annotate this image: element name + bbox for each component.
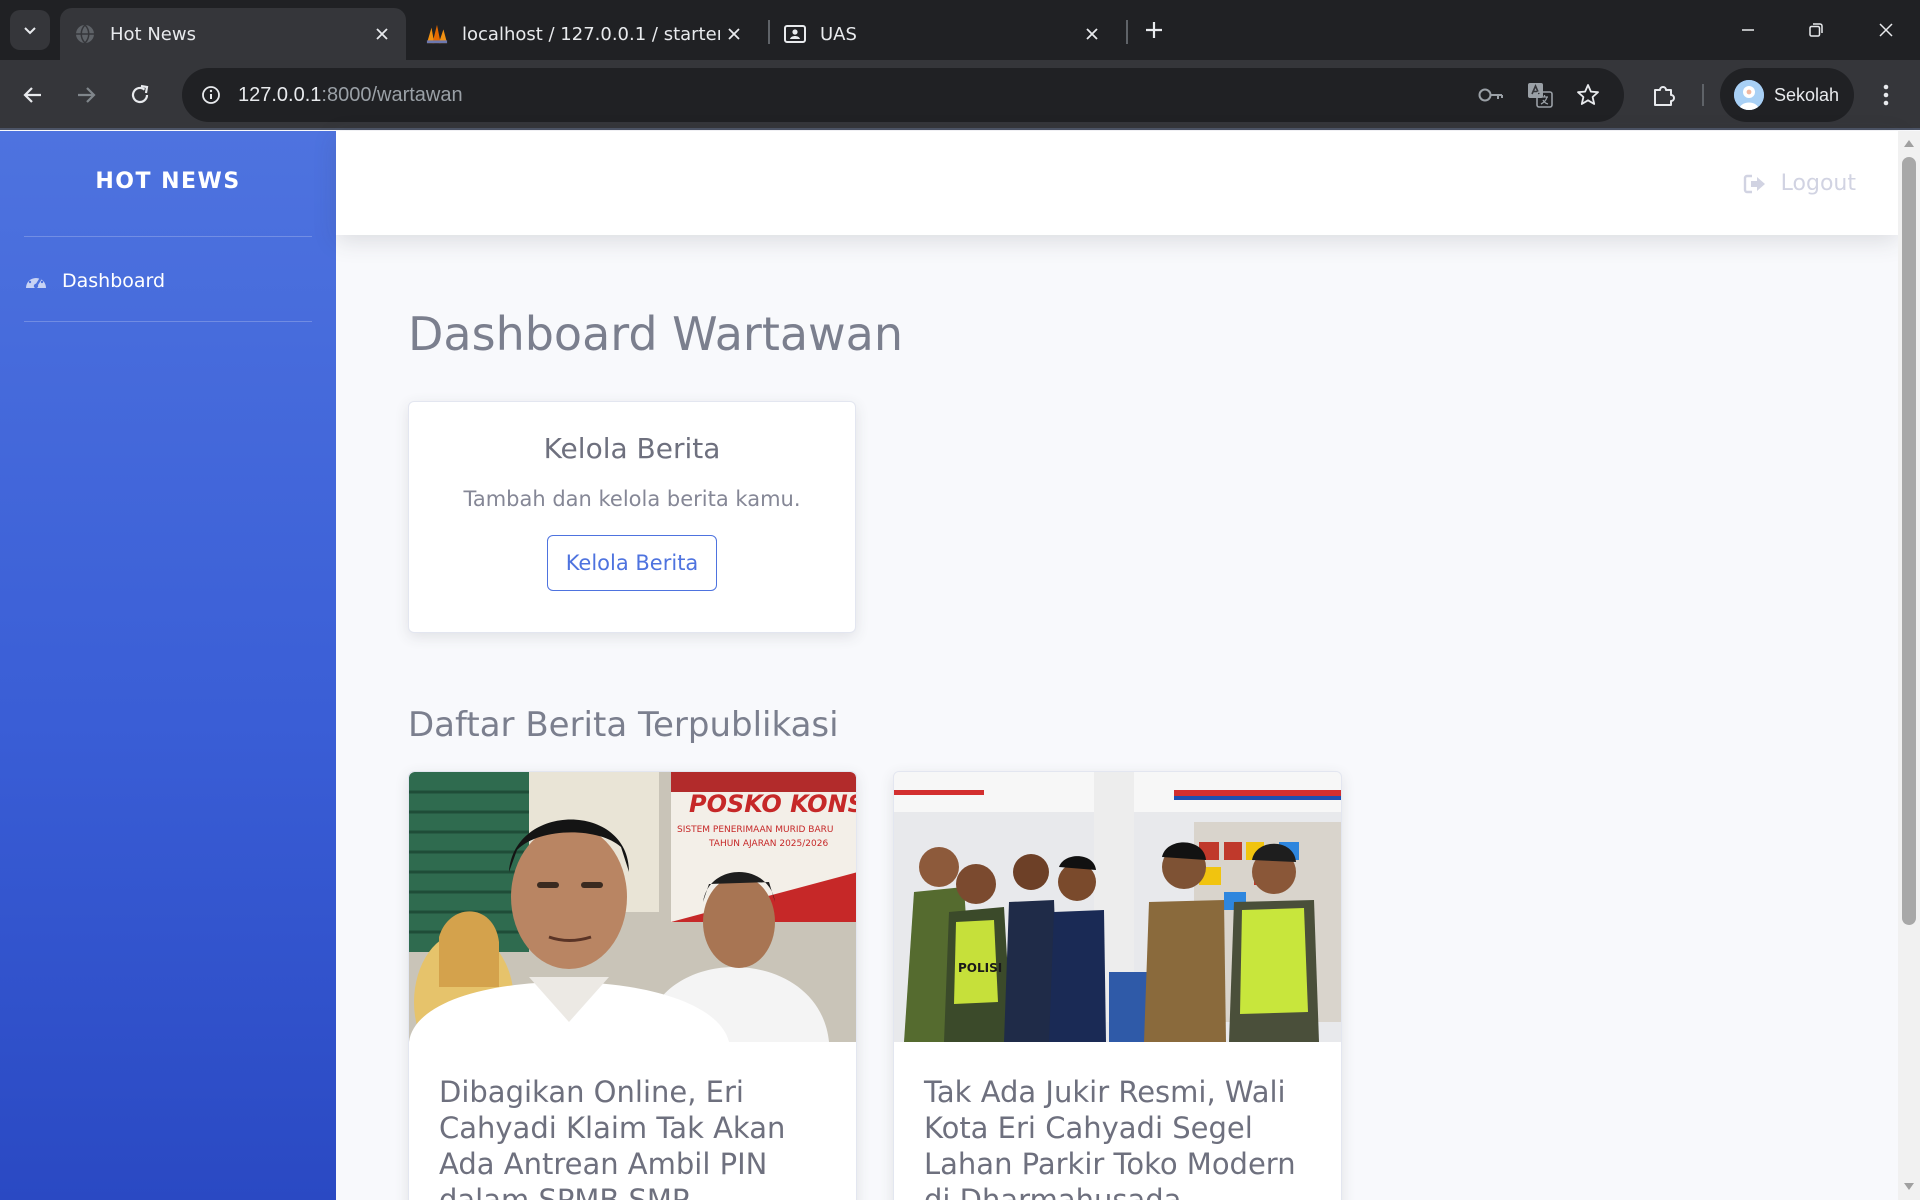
tab-uas[interactable]: UAS bbox=[770, 8, 1116, 60]
sidebar-brand[interactable]: HOT NEWS bbox=[0, 169, 336, 194]
classroom-icon bbox=[784, 23, 806, 45]
tab-title: localhost / 127.0.0.1 / starterkit_ bbox=[462, 23, 720, 45]
key-icon[interactable] bbox=[1476, 80, 1506, 110]
card-title: Kelola Berita bbox=[543, 432, 721, 465]
tab-phpmyadmin[interactable]: localhost / 127.0.0.1 / starterkit_ bbox=[412, 8, 758, 60]
main-content: Dashboard Wartawan Kelola Berita Tambah … bbox=[336, 235, 1898, 1200]
arrow-right-icon bbox=[78, 87, 96, 103]
restore-button[interactable] bbox=[1782, 0, 1850, 60]
arrow-left-icon bbox=[23, 87, 41, 103]
profile-button[interactable]: Sekolah bbox=[1720, 68, 1854, 122]
scrollbar-thumb[interactable] bbox=[1902, 157, 1916, 925]
close-icon bbox=[1879, 23, 1893, 37]
card-text: Tambah dan kelola berita kamu. bbox=[463, 487, 801, 511]
news-title[interactable]: Tak Ada Jukir Resmi, Wali Kota Eri Cahya… bbox=[894, 1042, 1341, 1200]
sidebar: HOT NEWS Dashboard bbox=[0, 131, 336, 1200]
logout-link[interactable]: Logout bbox=[1743, 171, 1856, 196]
profile-name: Sekolah bbox=[1774, 84, 1840, 105]
close-icon[interactable] bbox=[368, 20, 396, 48]
browser-tabstrip: Hot News localhost / 127.0.0.1 / starter… bbox=[0, 0, 1920, 60]
sign-out-icon bbox=[1743, 172, 1767, 196]
section-title: Daftar Berita Terpublikasi bbox=[408, 705, 839, 745]
avatar bbox=[1734, 80, 1764, 110]
page-title: Dashboard Wartawan bbox=[408, 307, 904, 361]
news-card[interactable]: POSKO KONSULTASI SISTEM PENERIMAAN MURID… bbox=[408, 771, 857, 1200]
minimize-button[interactable] bbox=[1714, 0, 1782, 60]
sidebar-divider bbox=[24, 321, 312, 322]
banner-subtext-2: TAHUN AJARAN 2025/2026 bbox=[708, 839, 828, 849]
news-image[interactable]: POSKO KONSULTASI SISTEM PENERIMAAN MURID… bbox=[409, 772, 856, 1042]
chevron-down-icon bbox=[24, 27, 36, 35]
tab-title: UAS bbox=[820, 23, 857, 45]
scroll-up-icon[interactable] bbox=[1903, 137, 1915, 149]
restore-icon bbox=[1809, 23, 1823, 37]
banner-subtext: SISTEM PENERIMAAN MURID BARU bbox=[677, 825, 833, 835]
minimize-icon bbox=[1742, 29, 1754, 31]
news-card[interactable]: POLISI Tak Ada Jukir Resmi, Wali Kota Er… bbox=[893, 771, 1342, 1200]
toolbar-divider bbox=[1702, 84, 1704, 106]
browser-toolbar: 127.0.0.1:8000/wartawan Sekolah bbox=[0, 60, 1920, 130]
logout-label: Logout bbox=[1780, 171, 1856, 196]
globe-icon bbox=[74, 23, 96, 45]
plus-icon bbox=[1146, 22, 1162, 38]
new-tab-button[interactable] bbox=[1138, 14, 1170, 46]
news-image[interactable]: POLISI bbox=[894, 772, 1341, 1042]
url-host: 127.0.0.1 bbox=[238, 83, 322, 106]
bookmark-star-icon[interactable] bbox=[1573, 80, 1603, 110]
close-icon[interactable] bbox=[1078, 20, 1106, 48]
sidebar-divider bbox=[24, 236, 312, 237]
reload-button[interactable] bbox=[120, 75, 160, 115]
puzzle-icon bbox=[1654, 86, 1675, 106]
page-scrollbar[interactable] bbox=[1898, 131, 1920, 1200]
kelola-berita-button[interactable]: Kelola Berita bbox=[546, 535, 718, 591]
url-text: 127.0.0.1:8000/wartawan bbox=[238, 84, 463, 107]
kebab-menu-icon bbox=[1883, 84, 1889, 106]
back-button[interactable] bbox=[13, 75, 53, 115]
url-path: :8000/wartawan bbox=[321, 83, 463, 106]
reload-icon bbox=[131, 84, 149, 104]
kelola-berita-card: Kelola Berita Tambah dan kelola berita k… bbox=[408, 401, 856, 633]
sidebar-item-dashboard[interactable]: Dashboard bbox=[24, 261, 165, 301]
forward-button[interactable] bbox=[66, 75, 106, 115]
phpmyadmin-icon bbox=[426, 23, 448, 45]
tab-title: Hot News bbox=[110, 23, 196, 45]
close-icon[interactable] bbox=[720, 20, 748, 48]
browser-menu-button[interactable] bbox=[1866, 75, 1906, 115]
tab-search-button[interactable] bbox=[10, 10, 50, 50]
site-info-icon[interactable] bbox=[196, 80, 226, 110]
tachometer-icon bbox=[24, 269, 48, 293]
topbar: Logout bbox=[336, 131, 1898, 235]
extensions-button[interactable] bbox=[1644, 75, 1684, 115]
scroll-down-icon[interactable] bbox=[1903, 1181, 1915, 1193]
vest-text: POLISI bbox=[958, 961, 1002, 975]
tab-separator bbox=[1126, 20, 1128, 44]
sidebar-item-label: Dashboard bbox=[62, 270, 166, 292]
window-close-button[interactable] bbox=[1852, 0, 1920, 60]
address-bar[interactable]: 127.0.0.1:8000/wartawan bbox=[182, 68, 1624, 122]
tab-hot-news[interactable]: Hot News bbox=[60, 8, 406, 60]
news-title[interactable]: Dibagikan Online, Eri Cahyadi Klaim Tak … bbox=[409, 1042, 856, 1200]
translate-icon[interactable] bbox=[1525, 80, 1555, 110]
banner-text: POSKO KONSULTASI bbox=[689, 790, 856, 818]
